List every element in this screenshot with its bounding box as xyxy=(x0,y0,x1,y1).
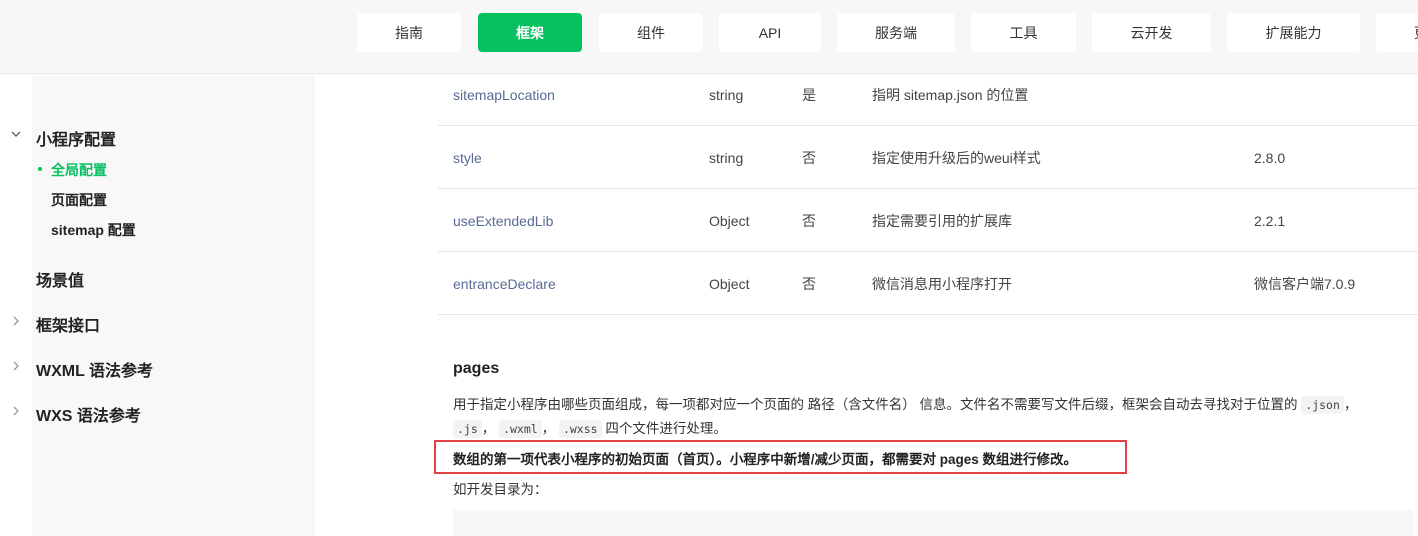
sidebar-item-global-config[interactable]: 全局配置 xyxy=(51,160,107,180)
pages-desc-text: 用于指定小程序由哪些页面组成，每一项都对应一个页面的 路径（含文件名） 信息。文… xyxy=(453,397,1298,412)
comma: ， xyxy=(481,421,496,436)
pages-desc-tail: 四个文件进行处理。 xyxy=(605,421,727,436)
prop-required: 否 xyxy=(802,149,816,166)
chevron-down-icon[interactable] xyxy=(10,128,22,143)
prop-type: string xyxy=(709,149,744,166)
sidebar-item-sitemap-config[interactable]: sitemap 配置 xyxy=(51,220,136,240)
sidebar-gutter xyxy=(0,74,32,536)
sidebar-item-wxs-ref[interactable]: WXS 语法参考 xyxy=(36,402,141,426)
sidebar-item-scenes[interactable]: 场景值 xyxy=(36,267,84,291)
comma: ， xyxy=(541,421,556,436)
nav-tab-framework[interactable]: 框架 xyxy=(478,13,582,52)
chevron-right-icon[interactable] xyxy=(10,315,22,330)
prop-type: Object xyxy=(709,212,750,229)
table-row: style string 否 指定使用升级后的weui样式 2.8.0 xyxy=(438,126,1418,189)
prop-required: 否 xyxy=(802,212,816,229)
nav-tab-extensions[interactable]: 扩展能力 xyxy=(1227,13,1360,52)
prop-required: 否 xyxy=(802,275,816,292)
chevron-right-icon[interactable] xyxy=(10,360,22,375)
nav-tab-tools[interactable]: 工具 xyxy=(971,13,1076,52)
code-wxss: .wxss xyxy=(558,420,602,438)
sidebar-item-page-config[interactable]: 页面配置 xyxy=(51,190,107,210)
sidebar-item-framework-api[interactable]: 框架接口 xyxy=(36,312,100,336)
pages-first-item-note: 数组的第一项代表小程序的初始页面（首页）。小程序中新增/减少页面，都需要对 pa… xyxy=(453,452,1078,467)
prop-desc: 指定需要引用的扩展库 xyxy=(872,212,1012,229)
dev-dir-intro: 如开发目录为： xyxy=(453,482,548,497)
nav-tab-more[interactable]: 更 xyxy=(1376,13,1418,52)
active-dot-icon xyxy=(38,167,42,171)
table-row: useExtendedLib Object 否 指定需要引用的扩展库 2.2.1 xyxy=(438,189,1418,252)
prop-version: 2.2.1 xyxy=(1254,212,1286,229)
nav-tab-guide[interactable]: 指南 xyxy=(357,13,461,52)
prop-version: 2.8.0 xyxy=(1254,149,1286,166)
prop-name: entranceDeclare xyxy=(453,275,556,292)
prop-type: string xyxy=(709,86,744,103)
prop-version: 微信客户端7.0.9 xyxy=(1254,275,1356,292)
pages-description-line1: 用于指定小程序由哪些页面组成，每一项都对应一个页面的 路径（含文件名） 信息。文… xyxy=(453,393,1358,414)
code-wxml: .wxml xyxy=(499,420,542,438)
nav-tab-server[interactable]: 服务端 xyxy=(837,13,955,52)
prop-desc: 微信消息用小程序打开 xyxy=(872,275,1012,292)
prop-name: style xyxy=(453,149,482,166)
prop-name: sitemapLocation xyxy=(453,86,555,103)
nav-tab-components[interactable]: 组件 xyxy=(599,13,703,52)
sidebar-item-wxml-ref[interactable]: WXML 语法参考 xyxy=(36,357,153,381)
prop-required: 是 xyxy=(802,86,816,103)
sidebar-section-miniprogram-config[interactable]: 小程序配置 xyxy=(36,126,116,150)
pages-description-line2: .js， .wxml， .wxss 四个文件进行处理。 xyxy=(453,417,727,438)
nav-tab-api[interactable]: API xyxy=(719,13,821,52)
table-row: entranceDeclare Object 否 微信消息用小程序打开 微信客户… xyxy=(438,252,1418,315)
prop-type: Object xyxy=(709,275,750,292)
prop-desc: 指定使用升级后的weui样式 xyxy=(872,149,1041,166)
code-block xyxy=(453,510,1413,536)
chevron-right-icon[interactable] xyxy=(10,405,22,420)
comma: ， xyxy=(1343,397,1358,412)
nav-tab-cloud[interactable]: 云开发 xyxy=(1092,13,1211,52)
prop-desc: 指明 sitemap.json 的位置 xyxy=(872,86,1029,103)
table-row: sitemapLocation string 是 指明 sitemap.json… xyxy=(438,63,1418,126)
code-js: .js xyxy=(453,420,482,438)
prop-name: useExtendedLib xyxy=(453,212,554,229)
section-heading-pages: pages xyxy=(453,360,500,377)
code-json: .json xyxy=(1301,396,1344,414)
